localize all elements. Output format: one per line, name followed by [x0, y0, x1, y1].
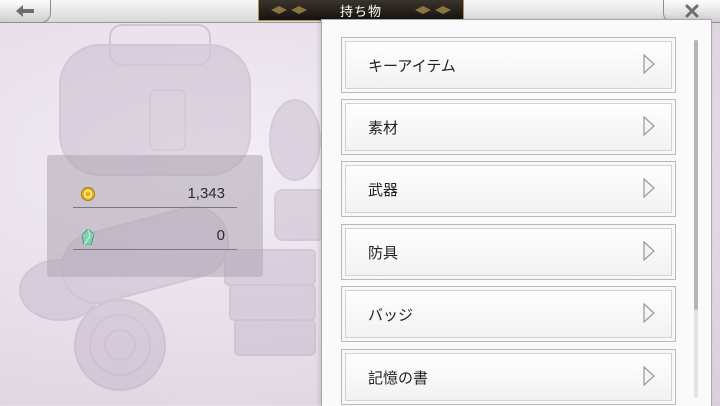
gold-coin-icon	[81, 187, 95, 201]
page-title: 持ち物	[339, 4, 382, 20]
gem-row: 0	[73, 223, 237, 250]
gem-amount: 0	[216, 227, 225, 244]
gold-row: 1,343	[73, 181, 237, 208]
chevron-right-icon	[643, 178, 655, 198]
chevron-right-icon	[643, 303, 655, 323]
chevron-right-icon	[643, 241, 655, 261]
category-label: 記憶の書	[368, 369, 429, 387]
chevron-right-icon	[643, 54, 655, 74]
currency-panel: 1,343 0	[47, 155, 263, 277]
category-label: バッジ	[368, 306, 414, 324]
category-weapons[interactable]: 武器	[341, 161, 676, 217]
category-label: 武器	[368, 181, 399, 199]
crystal-gem-icon	[81, 229, 95, 245]
scrollbar-track[interactable]	[694, 40, 698, 398]
item-category-list: キーアイテム 素材 武器 防具 バッジ 記憶の書	[321, 19, 712, 406]
title-ornament-left-icon	[271, 6, 307, 14]
category-label: 素材	[368, 119, 399, 137]
gold-amount: 1,343	[187, 185, 225, 202]
chevron-right-icon	[643, 116, 655, 136]
category-label: 防具	[368, 244, 399, 262]
close-x-icon	[685, 4, 699, 18]
back-arrow-icon	[16, 5, 34, 17]
screen-title-plate: 持ち物	[258, 0, 464, 21]
category-key-items[interactable]: キーアイテム	[341, 37, 676, 93]
category-armor[interactable]: 防具	[341, 224, 676, 280]
scrollbar-thumb[interactable]	[694, 40, 698, 310]
category-materials[interactable]: 素材	[341, 99, 676, 155]
title-ornament-right-icon	[415, 6, 451, 14]
back-button[interactable]	[0, 0, 51, 23]
category-memory-books[interactable]: 記憶の書	[341, 349, 676, 405]
category-badges[interactable]: バッジ	[341, 286, 676, 342]
chevron-right-icon	[643, 366, 655, 386]
category-label: キーアイテム	[368, 57, 456, 75]
